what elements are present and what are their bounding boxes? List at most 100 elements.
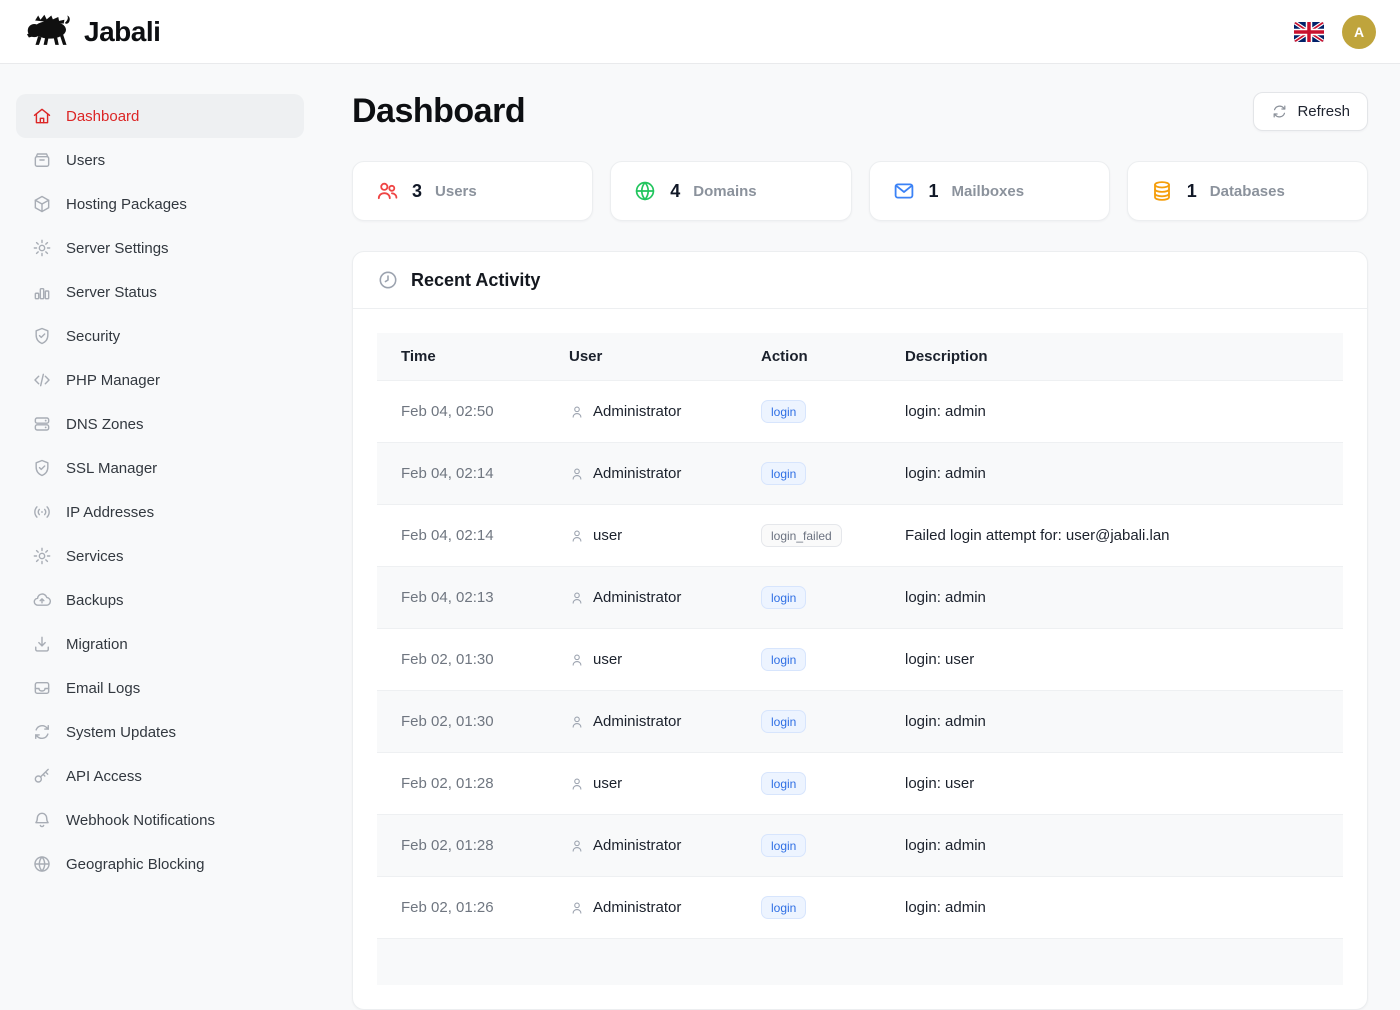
- cell-time: Feb 04, 02:14: [377, 505, 553, 567]
- sidebar-item-label: Users: [66, 152, 105, 169]
- sidebar-item-php-manager[interactable]: PHP Manager: [16, 358, 304, 402]
- person-icon: [569, 900, 585, 916]
- cell-description: login: admin: [889, 443, 1343, 505]
- stat-label: Mailboxes: [952, 183, 1025, 200]
- cell-user: user: [593, 651, 622, 668]
- mail-icon: [892, 179, 916, 203]
- action-badge: login_failed: [761, 524, 842, 547]
- cell-user: user: [593, 527, 622, 544]
- topbar-right: A: [1294, 15, 1376, 49]
- sidebar-item-label: Hosting Packages: [66, 196, 187, 213]
- archive-icon: [32, 150, 52, 170]
- sidebar-item-webhook-notifications[interactable]: Webhook Notifications: [16, 798, 304, 842]
- uk-flag-icon[interactable]: [1294, 21, 1324, 43]
- sidebar-item-api-access[interactable]: API Access: [16, 754, 304, 798]
- column-header-description: Description: [889, 333, 1343, 381]
- cell-time: Feb 02, 01:26: [377, 877, 553, 939]
- table-row: Feb 04, 02:14 Administrator login login:…: [377, 443, 1343, 505]
- boar-icon: [24, 12, 74, 51]
- sidebar-item-migration[interactable]: Migration: [16, 622, 304, 666]
- sidebar-item-label: Services: [66, 548, 124, 565]
- table-row: Feb 02, 01:26 Administrator login login:…: [377, 877, 1343, 939]
- recent-activity-panel: Recent Activity Time User Action Descrip…: [352, 251, 1368, 1010]
- sidebar: Dashboard Users Hosting Packages Server …: [0, 64, 320, 900]
- download-icon: [32, 634, 52, 654]
- table-header-row: Time User Action Description: [377, 333, 1343, 381]
- table-row: Feb 04, 02:14 user login_failed Failed l…: [377, 505, 1343, 567]
- sidebar-item-security[interactable]: Security: [16, 314, 304, 358]
- sidebar-item-backups[interactable]: Backups: [16, 578, 304, 622]
- sidebar-item-services[interactable]: Services: [16, 534, 304, 578]
- avatar[interactable]: A: [1342, 15, 1376, 49]
- column-header-time: Time: [377, 333, 553, 381]
- person-icon: [569, 466, 585, 482]
- topbar: Jabali A: [0, 0, 1400, 64]
- stat-label: Databases: [1210, 183, 1285, 200]
- cell-description: login: admin: [889, 691, 1343, 753]
- sidebar-item-label: Server Status: [66, 284, 157, 301]
- cell-user: Administrator: [593, 899, 681, 916]
- avatar-initial: A: [1354, 24, 1364, 40]
- stat-value: 1: [1187, 181, 1197, 202]
- signal-icon: [32, 502, 52, 522]
- sidebar-item-label: Email Logs: [66, 680, 140, 697]
- stat-card-users[interactable]: 3 Users: [352, 161, 593, 221]
- users-icon: [375, 179, 399, 203]
- stat-card-mailboxes[interactable]: 1 Mailboxes: [869, 161, 1110, 221]
- sidebar-item-email-logs[interactable]: Email Logs: [16, 666, 304, 710]
- person-icon: [569, 528, 585, 544]
- sidebar-item-server-status[interactable]: Server Status: [16, 270, 304, 314]
- sidebar-item-ssl-manager[interactable]: SSL Manager: [16, 446, 304, 490]
- action-badge: login: [761, 400, 806, 423]
- stat-card-domains[interactable]: 4 Domains: [610, 161, 851, 221]
- person-icon: [569, 652, 585, 668]
- sidebar-item-hosting-packages[interactable]: Hosting Packages: [16, 182, 304, 226]
- code-icon: [32, 370, 52, 390]
- sidebar-item-users[interactable]: Users: [16, 138, 304, 182]
- recent-activity-title: Recent Activity: [411, 270, 540, 291]
- stat-value: 3: [412, 181, 422, 202]
- action-badge: login: [761, 586, 806, 609]
- stat-label: Domains: [693, 183, 756, 200]
- bell-icon: [32, 810, 52, 830]
- sidebar-item-label: Security: [66, 328, 120, 345]
- refresh-button[interactable]: Refresh: [1253, 92, 1368, 131]
- sidebar-item-label: Geographic Blocking: [66, 856, 204, 873]
- cell-description: login: admin: [889, 381, 1343, 443]
- sidebar-item-server-settings[interactable]: Server Settings: [16, 226, 304, 270]
- sidebar-item-dashboard[interactable]: Dashboard: [16, 94, 304, 138]
- sidebar-item-ip-addresses[interactable]: IP Addresses: [16, 490, 304, 534]
- cell-user: user: [593, 775, 622, 792]
- chart-bars-icon: [32, 282, 52, 302]
- cell-description: login: user: [889, 629, 1343, 691]
- stat-card-databases[interactable]: 1 Databases: [1127, 161, 1368, 221]
- cell-user: Administrator: [593, 465, 681, 482]
- cell-time: Feb 02, 01:30: [377, 629, 553, 691]
- action-badge: login: [761, 772, 806, 795]
- cloud-upload-icon: [32, 590, 52, 610]
- stat-value: 4: [670, 181, 680, 202]
- table-row: Feb 02, 01:30 Administrator login login:…: [377, 691, 1343, 753]
- gear-icon: [32, 546, 52, 566]
- sidebar-item-geographic-blocking[interactable]: Geographic Blocking: [16, 842, 304, 886]
- stat-label: Users: [435, 183, 477, 200]
- sidebar-item-system-updates[interactable]: System Updates: [16, 710, 304, 754]
- sidebar-item-label: Server Settings: [66, 240, 169, 257]
- brand[interactable]: Jabali: [24, 12, 160, 51]
- home-icon: [32, 106, 52, 126]
- stats-row: 3 Users 4 Domains 1 Mailboxes 1 Database…: [352, 161, 1368, 221]
- clock-icon: [377, 269, 399, 291]
- table-row: Feb 02, 01:30 user login login: user: [377, 629, 1343, 691]
- cell-time: Feb 04, 02:14: [377, 443, 553, 505]
- action-badge: login: [761, 710, 806, 733]
- inbox-icon: [32, 678, 52, 698]
- sidebar-item-label: PHP Manager: [66, 372, 160, 389]
- globe-icon: [633, 179, 657, 203]
- cell-time: Feb 04, 02:13: [377, 567, 553, 629]
- cell-time: Feb 02, 01:28: [377, 815, 553, 877]
- sidebar-item-dns-zones[interactable]: DNS Zones: [16, 402, 304, 446]
- person-icon: [569, 776, 585, 792]
- page-title: Dashboard: [352, 92, 525, 131]
- action-badge: login: [761, 834, 806, 857]
- cell-description: login: admin: [889, 815, 1343, 877]
